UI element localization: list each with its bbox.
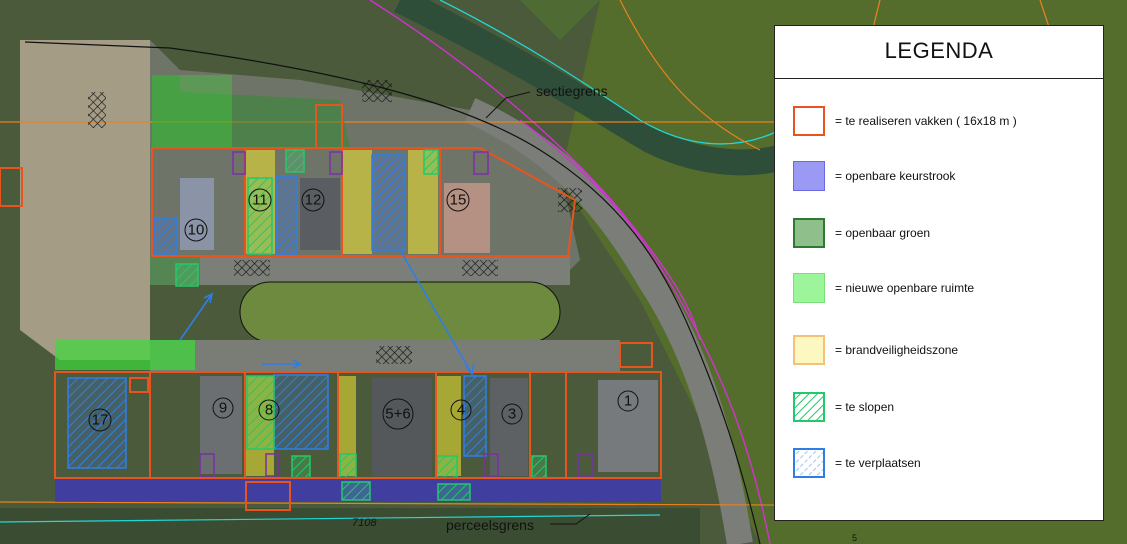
te-slopen-bottom-2 (339, 453, 357, 479)
yellow-fill-square-icon (793, 335, 825, 365)
te-slopen-10 (175, 263, 199, 287)
brandzone-2 (342, 150, 372, 254)
nieuwe-ruimte-top (152, 75, 232, 147)
sectiegrens-label: sectiegrens (536, 83, 608, 99)
te-slopen-top-1 (285, 149, 305, 173)
parking-marker-row1 (234, 260, 270, 276)
legend-item-te-verplaatsen: = te verplaatsen (793, 446, 921, 480)
house-roof-9 (200, 376, 242, 474)
svg-text:1: 1 (624, 393, 632, 410)
plot-number-11: 11 (248, 188, 272, 212)
parking-marker-left (88, 92, 106, 128)
svg-text:11: 11 (252, 192, 268, 209)
orange-outline-square-icon (793, 106, 825, 136)
legend-divider (775, 78, 1103, 79)
svg-text:15: 15 (450, 192, 467, 209)
perceelsgrens-label: perceelsgrens (446, 517, 534, 533)
te-slopen-bottom-1 (291, 455, 311, 479)
parking-marker-top (362, 80, 392, 102)
inner-green (239, 281, 561, 343)
parking-marker-row2 (462, 260, 498, 276)
parcel-code-label: 7108 (352, 517, 377, 529)
legend-item-label: = brandveiligheidszone (835, 343, 959, 357)
svg-text:12: 12 (305, 192, 322, 209)
legend-item-label: = te realiseren vakken ( 16x18 m ) (835, 114, 1017, 128)
te-slopen-bottom-4 (531, 455, 547, 479)
plot-number-10: 10 (184, 218, 208, 242)
legend-item-label: = openbare keurstrook (835, 169, 956, 183)
house-roof-5-6 (372, 378, 432, 476)
te-slopen-strip-2 (437, 483, 471, 501)
blue-hatched-square-icon (793, 448, 825, 478)
te-verplaatsen-10 (154, 217, 178, 255)
legend-item-te-realiseren: = te realiseren vakken ( 16x18 m ) (793, 104, 1017, 138)
svg-text:4: 4 (457, 402, 465, 419)
te-verplaatsen-11 (275, 175, 297, 255)
legend-item-nieuwe-ruimte: = nieuwe openbare ruimte (793, 271, 974, 305)
te-slopen-bottom-3 (436, 455, 458, 479)
svg-text:10: 10 (188, 222, 205, 239)
legend-panel: LEGENDA = te realiseren vakken ( 16x18 m… (774, 25, 1104, 521)
legend-item-te-slopen: = te slopen (793, 390, 894, 424)
parking-marker-mid (376, 346, 412, 364)
house-roof-12 (300, 178, 340, 250)
legend-title: LEGENDA (884, 38, 994, 63)
te-verplaatsen-8 (273, 374, 329, 450)
green-hatched-square-icon (793, 392, 825, 422)
te-verplaatsen-13 (371, 154, 405, 251)
svg-text:5+6: 5+6 (385, 406, 410, 423)
legend-item-openbaar-groen: = openbaar groen (793, 216, 930, 250)
dark-green-fill-square-icon (793, 218, 825, 248)
ditch-lower (0, 508, 700, 544)
svg-text:8: 8 (265, 402, 273, 419)
light-green-fill-square-icon (793, 273, 825, 303)
te-slopen-top-2 (423, 149, 439, 175)
street (150, 255, 570, 285)
svg-text:9: 9 (219, 400, 227, 417)
house-roof-3 (490, 378, 528, 476)
blue-fill-square-icon (793, 161, 825, 191)
legend-item-keurstrook: = openbare keurstrook (793, 159, 955, 193)
legend-item-brandzone: = brandveiligheidszone (793, 333, 958, 367)
nieuwe-ruimte-lower (55, 340, 195, 370)
plot-number-12: 12 (301, 188, 325, 212)
house-roof-10 (180, 178, 214, 250)
legend-item-label: = nieuwe openbare ruimte (835, 281, 975, 295)
te-verplaatsen-4 (463, 375, 487, 457)
legend-item-label: = openbaar groen (835, 226, 931, 240)
sand-yard-left (20, 40, 150, 360)
plot-number-17: 17 (88, 408, 112, 432)
svg-text:3: 3 (508, 406, 516, 423)
svg-text:17: 17 (92, 412, 109, 429)
te-slopen-strip-1 (341, 481, 371, 501)
legend-item-label: = te slopen (835, 400, 895, 414)
parcel-code-right: 5 (852, 533, 857, 543)
plot-number-15: 15 (446, 188, 470, 212)
legend-item-label: = te verplaatsen (835, 456, 921, 470)
